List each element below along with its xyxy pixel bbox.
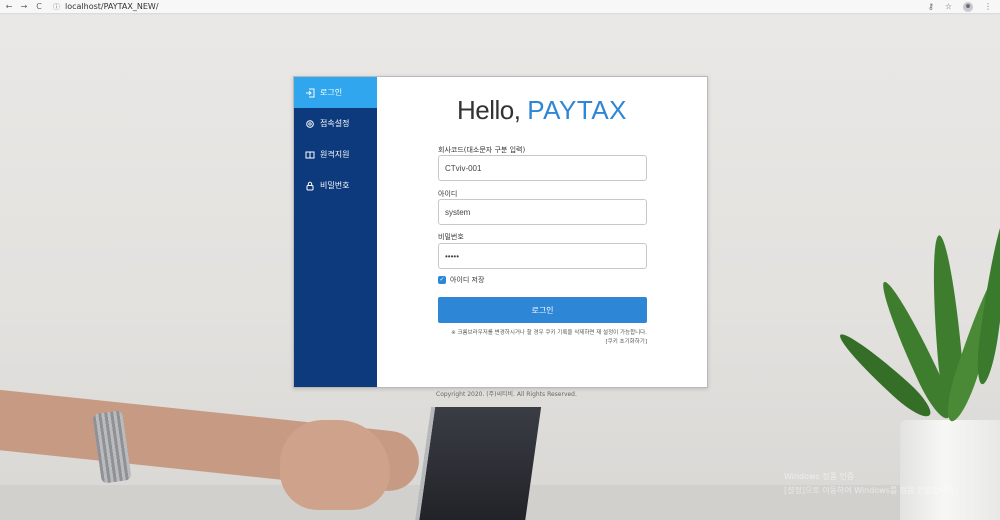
remember-id[interactable]: ✓ 아이디 저장 [438,275,484,285]
login-card: 로그인 접속설정 원격지원 비밀번호 Hello, PAYTAX 회사코드(대소… [293,76,708,388]
sidebar-item-login[interactable]: 로그인 [294,77,377,108]
hello-text: Hello, [456,95,521,125]
browser-toolbar: ← → C ⓘ localhost/PAYTAX_NEW/ ⚷ ☆ ⋮ [0,0,1000,14]
copyright-text: Copyright 2020. (주)씨티비. All Rights Reser… [436,391,577,398]
url-text: localhost/PAYTAX_NEW/ [65,2,159,11]
sidebar-item-remote-support[interactable]: 원격지원 [294,139,377,170]
remember-id-label: 아이디 저장 [450,276,485,284]
brand-logo: PAYTAX [527,95,628,125]
remember-id-checkbox[interactable]: ✓ [438,276,446,284]
plant-leaf [973,214,1000,386]
login-button[interactable]: 로그인 [438,297,647,323]
sidebar-item-label: 원격지원 [320,150,350,159]
sidebar-item-label: 접속설정 [320,119,350,128]
gear-icon [305,119,315,129]
book-icon [305,150,315,160]
cookie-reset-link[interactable]: [쿠키 초기화하기] [438,337,647,345]
login-form-panel: Hello, PAYTAX 회사코드(대소문자 구분 입력) CTviv-001… [377,77,707,387]
hand [280,420,390,510]
sidebar-item-label: 로그인 [320,88,343,97]
watermark-line-1: Windows 정품 인증 [784,472,855,481]
lock-icon [305,181,315,191]
company-code-label: 회사코드(대소문자 구분 입력) [438,146,526,154]
back-icon[interactable]: ← [3,2,15,11]
login-icon [305,88,315,98]
user-id-label: 아이디 [438,190,458,198]
password-label: 비밀번호 [438,233,464,241]
laptop-screen [412,407,542,520]
profile-avatar-icon[interactable] [963,1,973,12]
forward-icon[interactable]: → [18,2,30,11]
company-code-field[interactable]: CTviv-001 [438,155,647,181]
watermark-line-2: [설정]으로 이동하여 Windows를 정품 인증합니다. [784,486,957,495]
sidebar-item-connection-settings[interactable]: 접속설정 [294,108,377,139]
sidebar-item-password[interactable]: 비밀번호 [294,170,377,201]
star-icon[interactable]: ☆ [945,2,952,11]
sidebar-item-label: 비밀번호 [320,181,350,190]
info-icon[interactable]: ⓘ [53,2,60,12]
windows-activation-watermark: Windows 정품 인증 [설정]으로 이동하여 Windows를 정품 인증… [784,470,956,498]
cookie-notice: ※ 크롬브라우저를 변경하시거나 할 경우 쿠키 기록을 삭제하면 재 설정이 … [451,330,647,336]
address-bar[interactable]: ⓘ localhost/PAYTAX_NEW/ [53,2,159,12]
key-icon[interactable]: ⚷ [928,2,934,11]
reload-icon[interactable]: C [33,2,45,11]
menu-icon[interactable]: ⋮ [984,2,992,11]
page-title: Hello, PAYTAX [377,95,707,126]
sidebar: 로그인 접속설정 원격지원 비밀번호 [294,77,377,387]
user-id-field[interactable]: system [438,199,647,225]
password-field[interactable]: ••••• [438,243,647,269]
